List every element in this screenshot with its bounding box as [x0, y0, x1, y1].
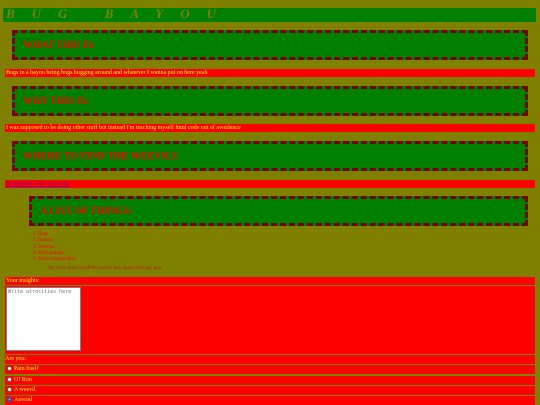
insights-form-area [5, 286, 535, 354]
where-heading: WHERE TO FIND THE WEEVILS [23, 151, 178, 162]
radio-option-anvoid[interactable]: Anvoid [5, 396, 535, 405]
where-heading-box: WHERE TO FIND THE WEEVILS [12, 141, 528, 171]
insights-label: Your insights: [5, 277, 535, 285]
list-heading-box: A LIST OF THINGS: [29, 196, 528, 226]
weevils-link[interactable]: Mudpuddle Pool Crossing [6, 181, 69, 187]
why-text: I was supposed to be doing other stuff b… [5, 124, 535, 132]
list-item: 5. More mud puddles [33, 257, 76, 263]
question-label: Are you: [5, 355, 535, 364]
insights-textarea[interactable] [6, 287, 81, 351]
why-heading: WHY THIS IS: [23, 96, 90, 107]
radio-button[interactable] [7, 386, 12, 392]
site-title-bar: BUG BAYOU [3, 6, 536, 22]
list-heading: A LIST OF THINGS: [40, 206, 133, 217]
radio-option-o-ron[interactable]: O! Ron [5, 376, 535, 385]
radio-button[interactable] [7, 365, 12, 371]
weevils-link-row: Mudpuddle Pool Crossing [5, 180, 535, 188]
what-text: Bugs in a bayou being bugs bugging aroun… [5, 69, 535, 77]
radio-label: Anvoid [14, 397, 32, 403]
radio-label: A weevil [14, 387, 36, 393]
why-heading-box: WHY THIS IS: [12, 86, 528, 116]
site-title: BUG BAYOU [6, 6, 234, 21]
faint-note: We wear white scruffed cowboy hat, dusky… [48, 266, 162, 271]
radio-label: Pain Itself [14, 366, 39, 372]
what-heading-box: WHAT THIS IS: [12, 30, 528, 60]
radio-option-weevil[interactable]: A weevil [5, 386, 535, 395]
things-list: 1. Bugs 2. Bayous 3. Weevils 4. Mud pudd… [33, 232, 76, 263]
radio-button-selected[interactable] [7, 396, 12, 402]
radio-button[interactable] [7, 376, 12, 382]
radio-label: O! Ron [14, 377, 32, 383]
radio-option-pain-itself[interactable]: Pain Itself [5, 365, 535, 374]
what-heading: WHAT THIS IS: [23, 40, 96, 51]
